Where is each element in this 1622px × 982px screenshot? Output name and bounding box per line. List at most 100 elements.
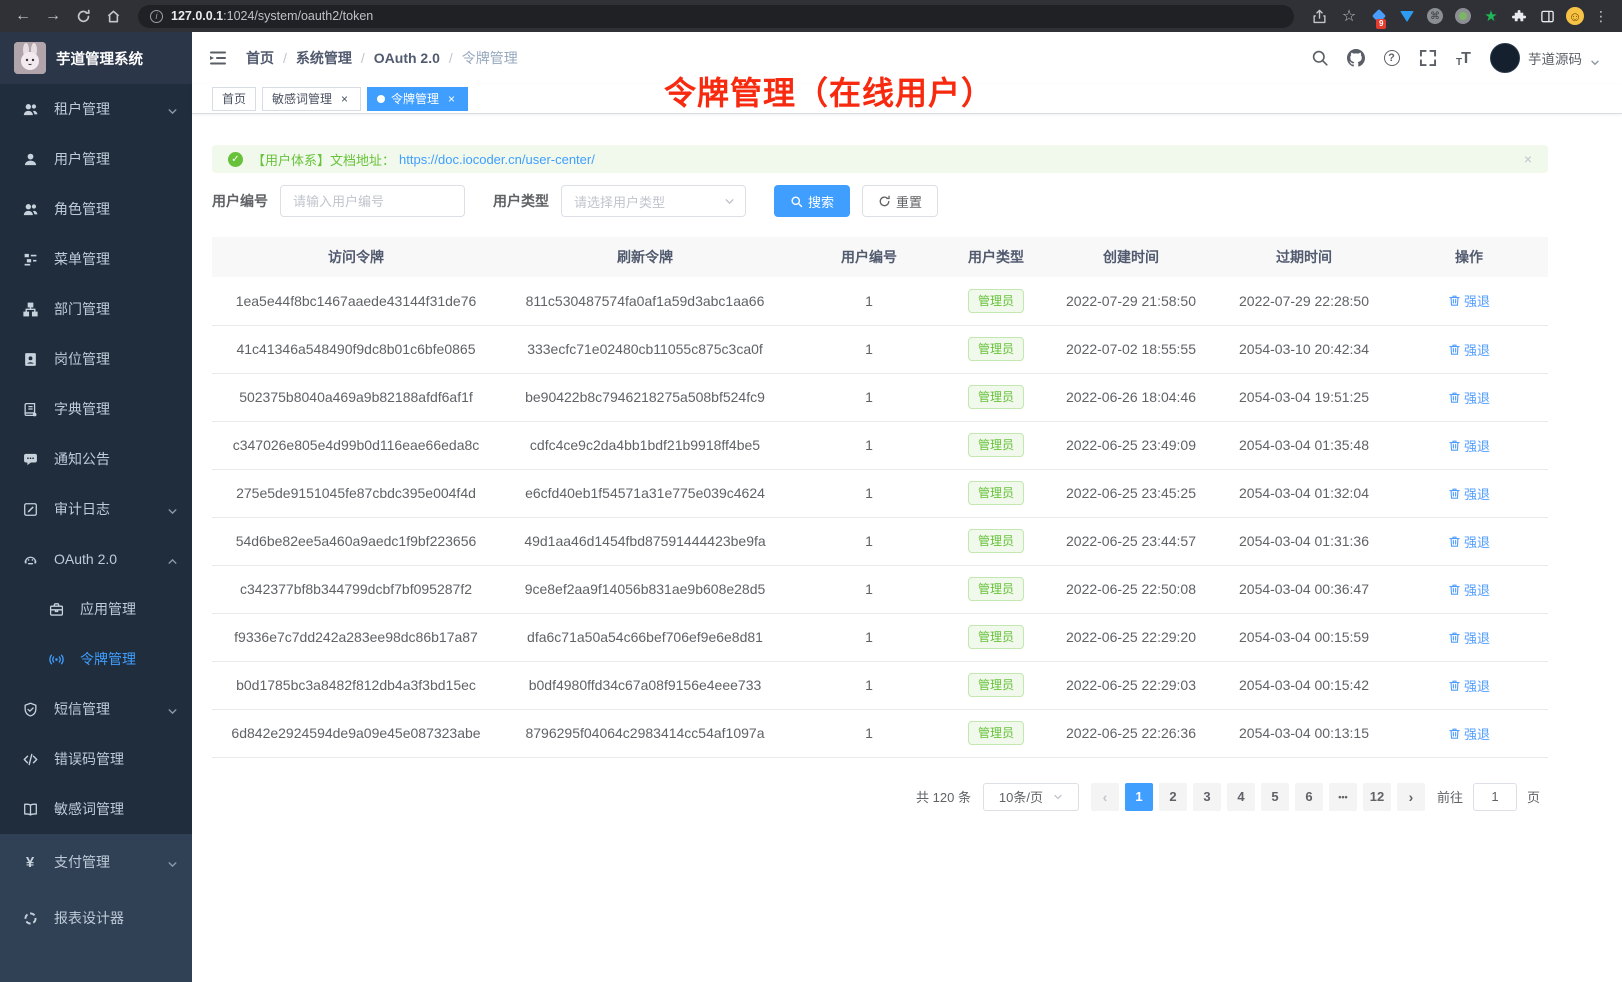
- font-size-icon[interactable]: TT: [1454, 49, 1473, 68]
- sidebar-item-角色管理[interactable]: 角色管理: [0, 184, 192, 234]
- user-type-tag: 管理员: [968, 529, 1024, 553]
- browser-profile-avatar[interactable]: [1566, 7, 1584, 25]
- browser-reload-icon[interactable]: [70, 3, 96, 29]
- force-logout-button[interactable]: 强退: [1448, 340, 1490, 359]
- success-check-icon: ✓: [228, 152, 243, 167]
- extensions-puzzle-icon[interactable]: [1510, 7, 1528, 25]
- page-button-12[interactable]: 12: [1363, 783, 1391, 811]
- table-body: 1ea5e44f8bc1467aaede43144f31de76811c5304…: [212, 277, 1548, 757]
- extension-gem-icon[interactable]: [1398, 7, 1416, 25]
- bookmark-star-icon[interactable]: ☆: [1336, 3, 1362, 29]
- sidebar-item-OAuth 2.0[interactable]: OAuth 2.0: [0, 534, 192, 584]
- column-header: 过期时间: [1218, 237, 1390, 277]
- browser-forward-icon[interactable]: →: [40, 3, 66, 29]
- doc-link[interactable]: https://doc.iocoder.cn/user-center/: [399, 152, 595, 167]
- force-logout-button[interactable]: 强退: [1448, 676, 1490, 695]
- user-type-tag: 管理员: [968, 625, 1024, 649]
- tab-首页[interactable]: 首页: [212, 87, 256, 111]
- extension-diamond-icon[interactable]: 9: [1370, 7, 1388, 25]
- breadcrumb-separator: /: [449, 50, 453, 66]
- user-type-tag: 管理员: [968, 673, 1024, 697]
- share-icon[interactable]: [1306, 3, 1332, 29]
- sidebar-menu: 租户管理用户管理角色管理菜单管理部门管理岗位管理字典管理通知公告审计日志OAut…: [0, 84, 192, 946]
- tab-令牌管理[interactable]: 令牌管理×: [367, 87, 468, 111]
- fullscreen-icon[interactable]: [1418, 49, 1437, 68]
- sidebar-item-令牌管理[interactable]: 令牌管理: [0, 634, 192, 684]
- tab-close-icon[interactable]: ×: [338, 92, 351, 105]
- user-id-cell: 1: [790, 709, 948, 757]
- user-id-cell: 1: [790, 325, 948, 373]
- force-logout-button[interactable]: 强退: [1448, 388, 1490, 407]
- sidebar-item-租户管理[interactable]: 租户管理: [0, 84, 192, 134]
- breadcrumb-item[interactable]: OAuth 2.0: [374, 50, 440, 66]
- browser-menu-icon[interactable]: ⋮: [1594, 8, 1608, 25]
- page-button-1[interactable]: 1: [1125, 783, 1153, 811]
- sidebar-item-部门管理[interactable]: 部门管理: [0, 284, 192, 334]
- column-header: 刷新令牌: [500, 237, 790, 277]
- sidebar-item-字典管理[interactable]: 字典管理: [0, 384, 192, 434]
- collapse-sidebar-icon[interactable]: [208, 48, 228, 68]
- force-logout-button[interactable]: 强退: [1448, 580, 1490, 599]
- alert-close-icon[interactable]: ×: [1524, 151, 1532, 167]
- help-icon[interactable]: ?: [1382, 49, 1401, 68]
- search-icon[interactable]: [1310, 49, 1329, 68]
- breadcrumb-item[interactable]: 系统管理: [296, 48, 352, 68]
- sidebar-item-敏感词管理[interactable]: 敏感词管理: [0, 784, 192, 834]
- force-logout-button[interactable]: 强退: [1448, 724, 1490, 743]
- access-token-cell: 41c41346a548490f9dc8b01c6bfe0865: [212, 325, 500, 373]
- extension-command-icon[interactable]: ⌘: [1426, 7, 1444, 25]
- prev-page-button[interactable]: ‹: [1091, 783, 1119, 811]
- next-page-button[interactable]: ›: [1397, 783, 1425, 811]
- sidebar-item-用户管理[interactable]: 用户管理: [0, 134, 192, 184]
- browser-home-icon[interactable]: [100, 3, 126, 29]
- page-size-select[interactable]: 10条/页: [983, 783, 1079, 811]
- force-logout-button[interactable]: 强退: [1448, 436, 1490, 455]
- search-button[interactable]: 搜索: [774, 185, 850, 217]
- refresh-token-cell: 9ce8ef2aa9f14056b831ae9b608e28d5: [500, 565, 790, 613]
- address-bar[interactable]: i 127.0.0.1:1024/system/oauth2/token: [138, 5, 1294, 28]
- breadcrumb-item[interactable]: 首页: [246, 48, 274, 68]
- page-button-2[interactable]: 2: [1159, 783, 1187, 811]
- sidebar-item-错误码管理[interactable]: 错误码管理: [0, 734, 192, 784]
- force-logout-label: 强退: [1464, 340, 1490, 359]
- sidebar-item-label: 应用管理: [80, 599, 136, 619]
- site-info-icon[interactable]: i: [150, 10, 163, 23]
- sidebar-item-岗位管理[interactable]: 岗位管理: [0, 334, 192, 384]
- github-icon[interactable]: [1346, 49, 1365, 68]
- force-logout-button[interactable]: 强退: [1448, 484, 1490, 503]
- page-button-5[interactable]: 5: [1261, 783, 1289, 811]
- user-menu[interactable]: 芋道源码: [1490, 43, 1600, 73]
- side-panel-icon[interactable]: [1538, 7, 1556, 25]
- dict-icon: [22, 401, 38, 417]
- action-cell: 强退: [1390, 277, 1548, 325]
- sidebar-item-报表设计器[interactable]: 报表设计器: [0, 890, 192, 946]
- sidebar-item-支付管理[interactable]: ¥支付管理: [0, 834, 192, 890]
- goto-page-input[interactable]: [1473, 783, 1517, 811]
- code-icon: [22, 751, 38, 767]
- more-pages-button[interactable]: •••: [1329, 783, 1357, 811]
- force-logout-button[interactable]: 强退: [1448, 532, 1490, 551]
- page-button-3[interactable]: 3: [1193, 783, 1221, 811]
- action-cell: 强退: [1390, 469, 1548, 517]
- sidebar-item-短信管理[interactable]: 短信管理: [0, 684, 192, 734]
- page-button-6[interactable]: 6: [1295, 783, 1323, 811]
- reset-button[interactable]: 重置: [862, 185, 938, 217]
- tab-close-icon[interactable]: ×: [445, 92, 458, 105]
- browser-toolbar: ← → i 127.0.0.1:1024/system/oauth2/token…: [0, 0, 1622, 32]
- tab-敏感词管理[interactable]: 敏感词管理×: [262, 87, 361, 111]
- action-cell: 强退: [1390, 421, 1548, 469]
- extension-record-icon[interactable]: [1454, 7, 1472, 25]
- browser-back-icon[interactable]: ←: [10, 3, 36, 29]
- sidebar-item-应用管理[interactable]: 应用管理: [0, 584, 192, 634]
- page-button-4[interactable]: 4: [1227, 783, 1255, 811]
- sidebar-item-审计日志[interactable]: 审计日志: [0, 484, 192, 534]
- force-logout-button[interactable]: 强退: [1448, 291, 1490, 310]
- user-type-cell: 管理员: [948, 565, 1044, 613]
- user-type-select[interactable]: 请选择用户类型: [561, 185, 746, 217]
- extension-star-icon[interactable]: ★: [1482, 7, 1500, 25]
- user-type-cell: 管理员: [948, 373, 1044, 421]
- force-logout-button[interactable]: 强退: [1448, 628, 1490, 647]
- sidebar-item-菜单管理[interactable]: 菜单管理: [0, 234, 192, 284]
- user-id-input[interactable]: [280, 185, 465, 217]
- sidebar-item-通知公告[interactable]: 通知公告: [0, 434, 192, 484]
